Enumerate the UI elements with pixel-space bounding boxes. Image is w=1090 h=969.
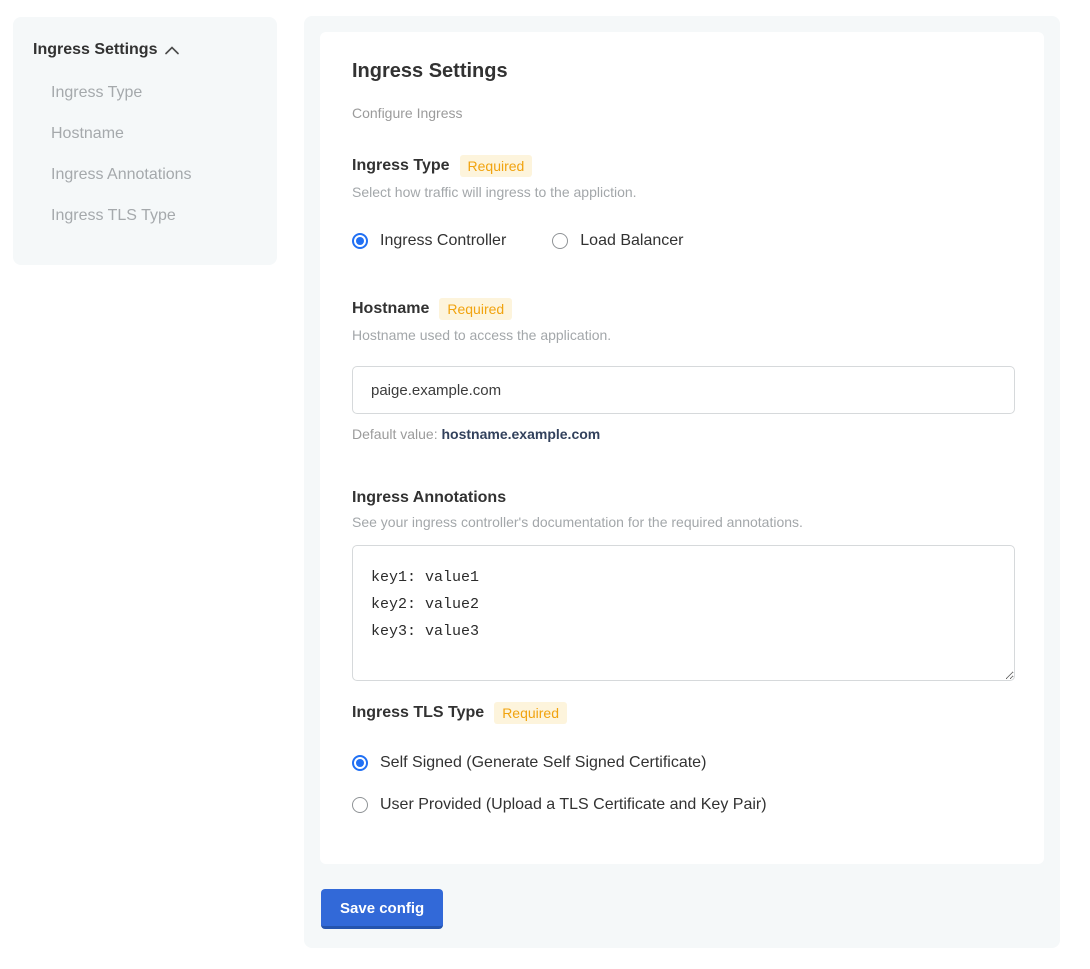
hostname-help: Hostname used to access the application. bbox=[352, 327, 1012, 343]
radio-user-provided[interactable]: User Provided (Upload a TLS Certificate … bbox=[352, 796, 1012, 814]
sidebar-item-ingress-annotations[interactable]: Ingress Annotations bbox=[51, 166, 257, 184]
ingress-annotations-textarea[interactable]: key1: value1 key2: value2 key3: value3 bbox=[352, 545, 1015, 681]
ingress-type-help: Select how traffic will ingress to the a… bbox=[352, 184, 1012, 200]
hostname-default-value-text: hostname.example.com bbox=[442, 426, 601, 442]
sidebar-group-ingress-settings[interactable]: Ingress Settings bbox=[33, 41, 257, 59]
radio-ingress-controller[interactable]: Ingress Controller bbox=[352, 232, 506, 250]
sidebar-item-ingress-type[interactable]: Ingress Type bbox=[51, 84, 257, 102]
page-subtitle: Configure Ingress bbox=[352, 105, 1012, 121]
radio-self-signed[interactable]: Self Signed (Generate Self Signed Certif… bbox=[352, 754, 1012, 772]
sidebar-item-ingress-tls-type[interactable]: Ingress TLS Type bbox=[51, 207, 257, 225]
section-ingress-annotations: Ingress Annotations See your ingress con… bbox=[352, 489, 1012, 681]
radio-load-balancer[interactable]: Load Balancer bbox=[552, 232, 683, 250]
radio-selected-icon[interactable] bbox=[352, 755, 368, 771]
hostname-default-value: Default value: hostname.example.com bbox=[352, 426, 1012, 442]
sidebar-item-hostname[interactable]: Hostname bbox=[51, 125, 257, 143]
ingress-annotations-help: See your ingress controller's documentat… bbox=[352, 514, 1012, 530]
ingress-type-radio-group: Ingress Controller Load Balancer bbox=[352, 232, 1012, 250]
required-badge: Required bbox=[494, 702, 567, 724]
radio-unselected-icon[interactable] bbox=[552, 233, 568, 249]
sidebar-group-title: Ingress Settings bbox=[33, 41, 157, 59]
section-ingress-tls-type: Ingress TLS Type Required Self Signed (G… bbox=[352, 702, 1012, 814]
radio-selected-icon[interactable] bbox=[352, 233, 368, 249]
ingress-annotations-label: Ingress Annotations bbox=[352, 489, 506, 507]
hostname-label: Hostname bbox=[352, 300, 429, 318]
ingress-type-label: Ingress Type bbox=[352, 157, 450, 175]
ingress-tls-type-label: Ingress TLS Type bbox=[352, 704, 484, 722]
save-config-button[interactable]: Save config bbox=[321, 889, 443, 929]
radio-unselected-icon[interactable] bbox=[352, 797, 368, 813]
sidebar-item-list: Ingress Type Hostname Ingress Annotation… bbox=[33, 84, 257, 225]
ingress-tls-radio-group: Self Signed (Generate Self Signed Certif… bbox=[352, 754, 1012, 814]
ingress-settings-card: Ingress Settings Configure Ingress Ingre… bbox=[320, 32, 1044, 864]
config-nav-sidebar: Ingress Settings Ingress Type Hostname I… bbox=[13, 17, 277, 265]
page-title: Ingress Settings bbox=[352, 60, 1012, 83]
required-badge: Required bbox=[439, 298, 512, 320]
chevron-up-icon bbox=[165, 46, 179, 55]
hostname-input[interactable] bbox=[352, 366, 1015, 414]
section-ingress-type: Ingress Type Required Select how traffic… bbox=[352, 155, 1012, 250]
required-badge: Required bbox=[460, 155, 533, 177]
config-main-panel: Ingress Settings Configure Ingress Ingre… bbox=[304, 16, 1060, 948]
section-hostname: Hostname Required Hostname used to acces… bbox=[352, 298, 1012, 442]
